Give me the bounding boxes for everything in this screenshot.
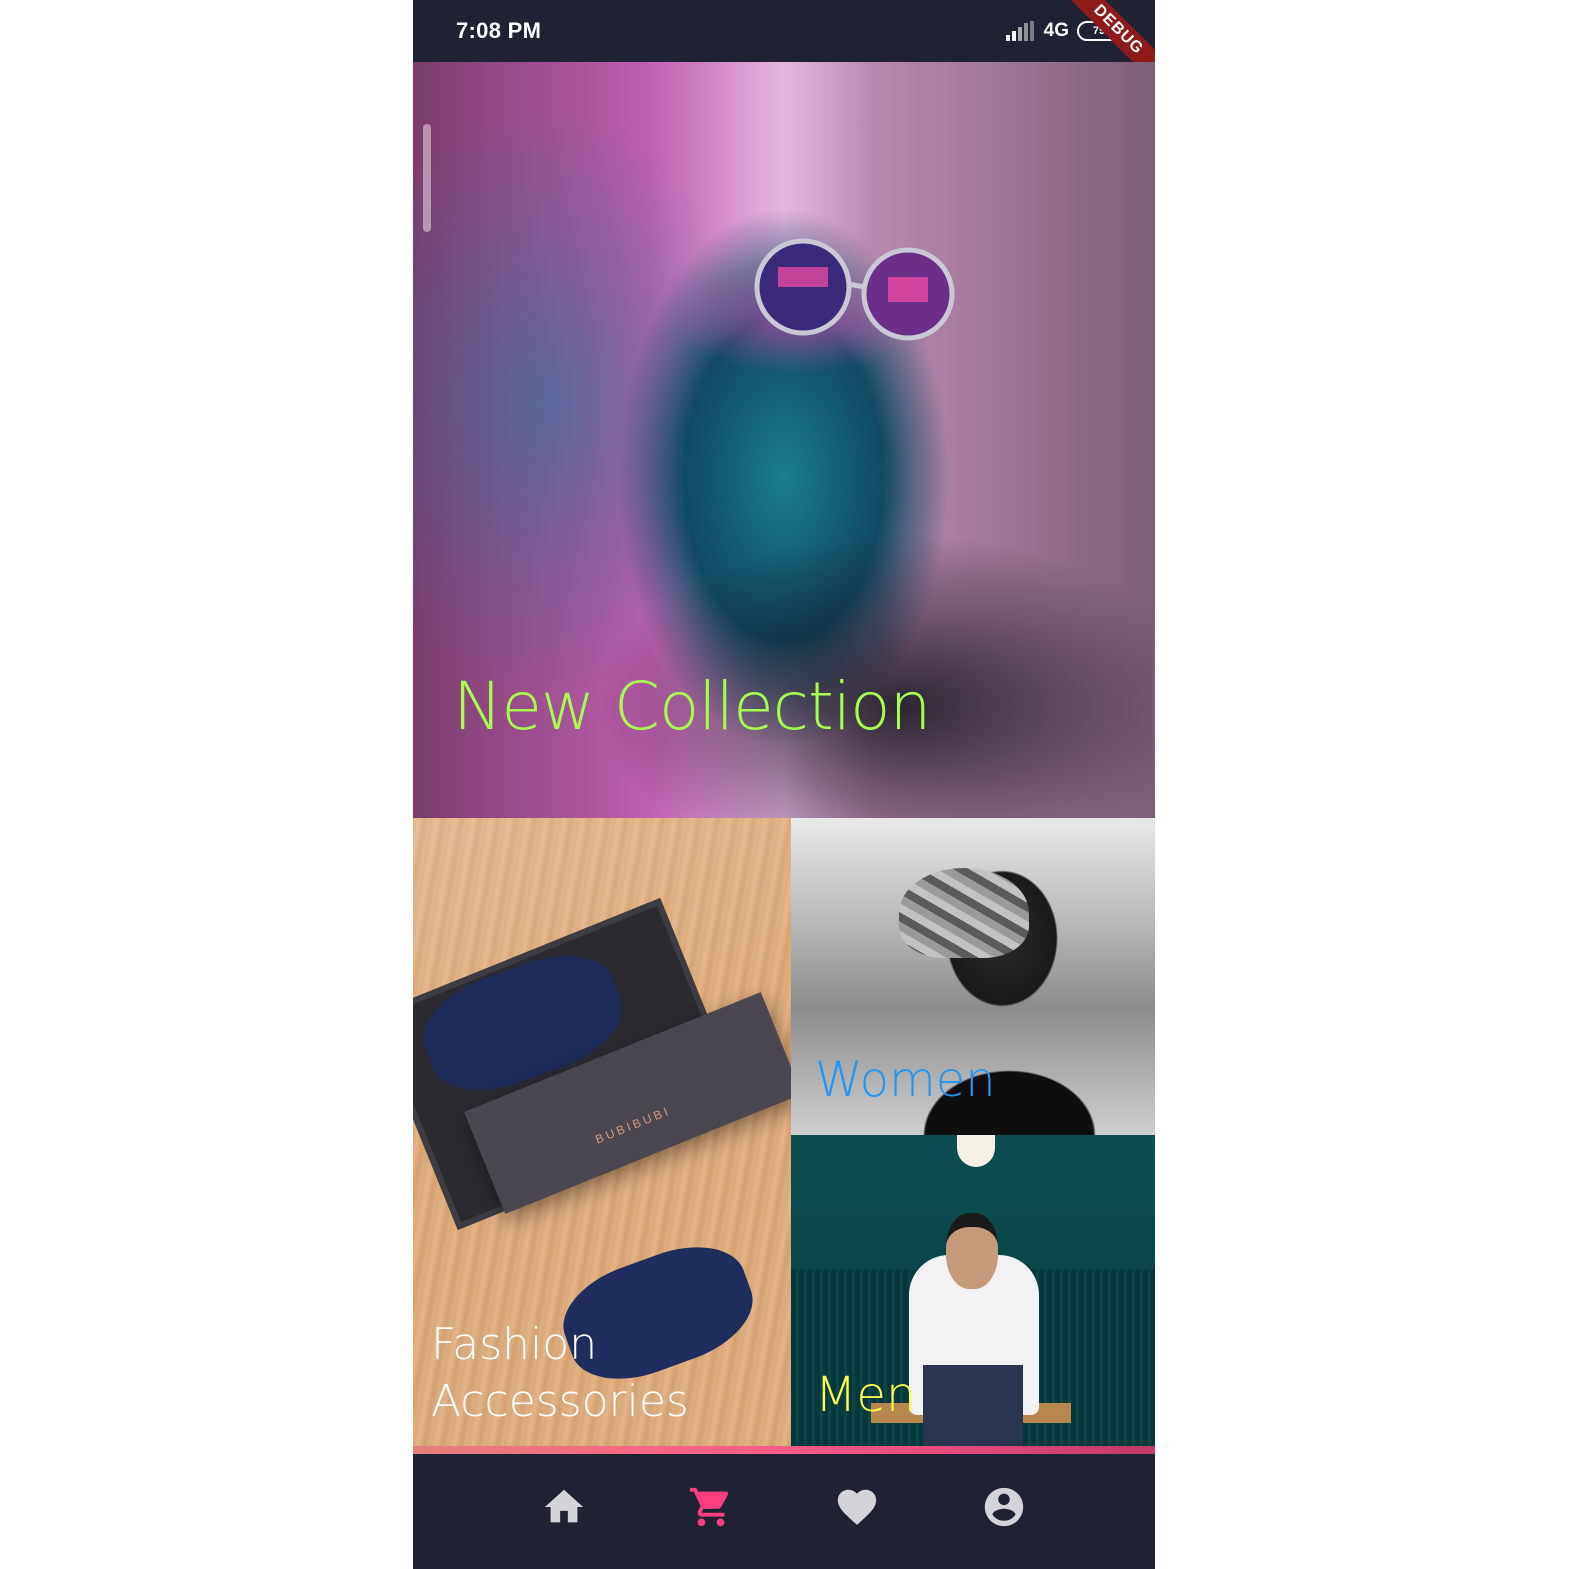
fashion-accessories-tile[interactable]: BUBIBUBI Fashion Accessories <box>413 818 791 1452</box>
signal-icon <box>1005 21 1034 41</box>
status-bar: 7:08 PM 4G 79 DEBUG <box>413 0 1155 92</box>
nav-home[interactable] <box>534 1477 594 1537</box>
women-title: Women <box>815 1052 996 1108</box>
scrollbar[interactable] <box>423 124 431 232</box>
nav-account[interactable] <box>974 1477 1034 1537</box>
men-tile[interactable]: Men <box>791 1135 1155 1452</box>
fashion-accessories-title: Fashion Accessories <box>431 1319 689 1428</box>
account-icon <box>984 1487 1023 1526</box>
new-collection-tile[interactable]: New Collection <box>413 62 1155 818</box>
headwrap-image <box>899 868 1029 958</box>
status-time: 7:08 PM <box>456 18 542 43</box>
nav-top-glow <box>413 1446 1155 1454</box>
bottom-navigation <box>413 1454 1155 1569</box>
nav-cart[interactable] <box>681 1477 741 1537</box>
phone-screen: 7:08 PM 4G 79 DEBUG New Collection BUBIB… <box>413 0 1155 1569</box>
cart-icon <box>689 1487 729 1526</box>
home-icon <box>545 1489 584 1522</box>
men-title: Men <box>815 1367 917 1423</box>
man-head-image <box>946 1213 998 1289</box>
man-pants-image <box>923 1365 1023 1452</box>
network-type: 4G <box>1043 20 1069 41</box>
new-collection-title: New Collection <box>453 668 931 745</box>
women-tile[interactable]: Women <box>791 818 1155 1135</box>
sunglasses-icon <box>754 238 955 341</box>
nav-favorites[interactable] <box>827 1477 887 1537</box>
heart-icon <box>838 1489 877 1525</box>
